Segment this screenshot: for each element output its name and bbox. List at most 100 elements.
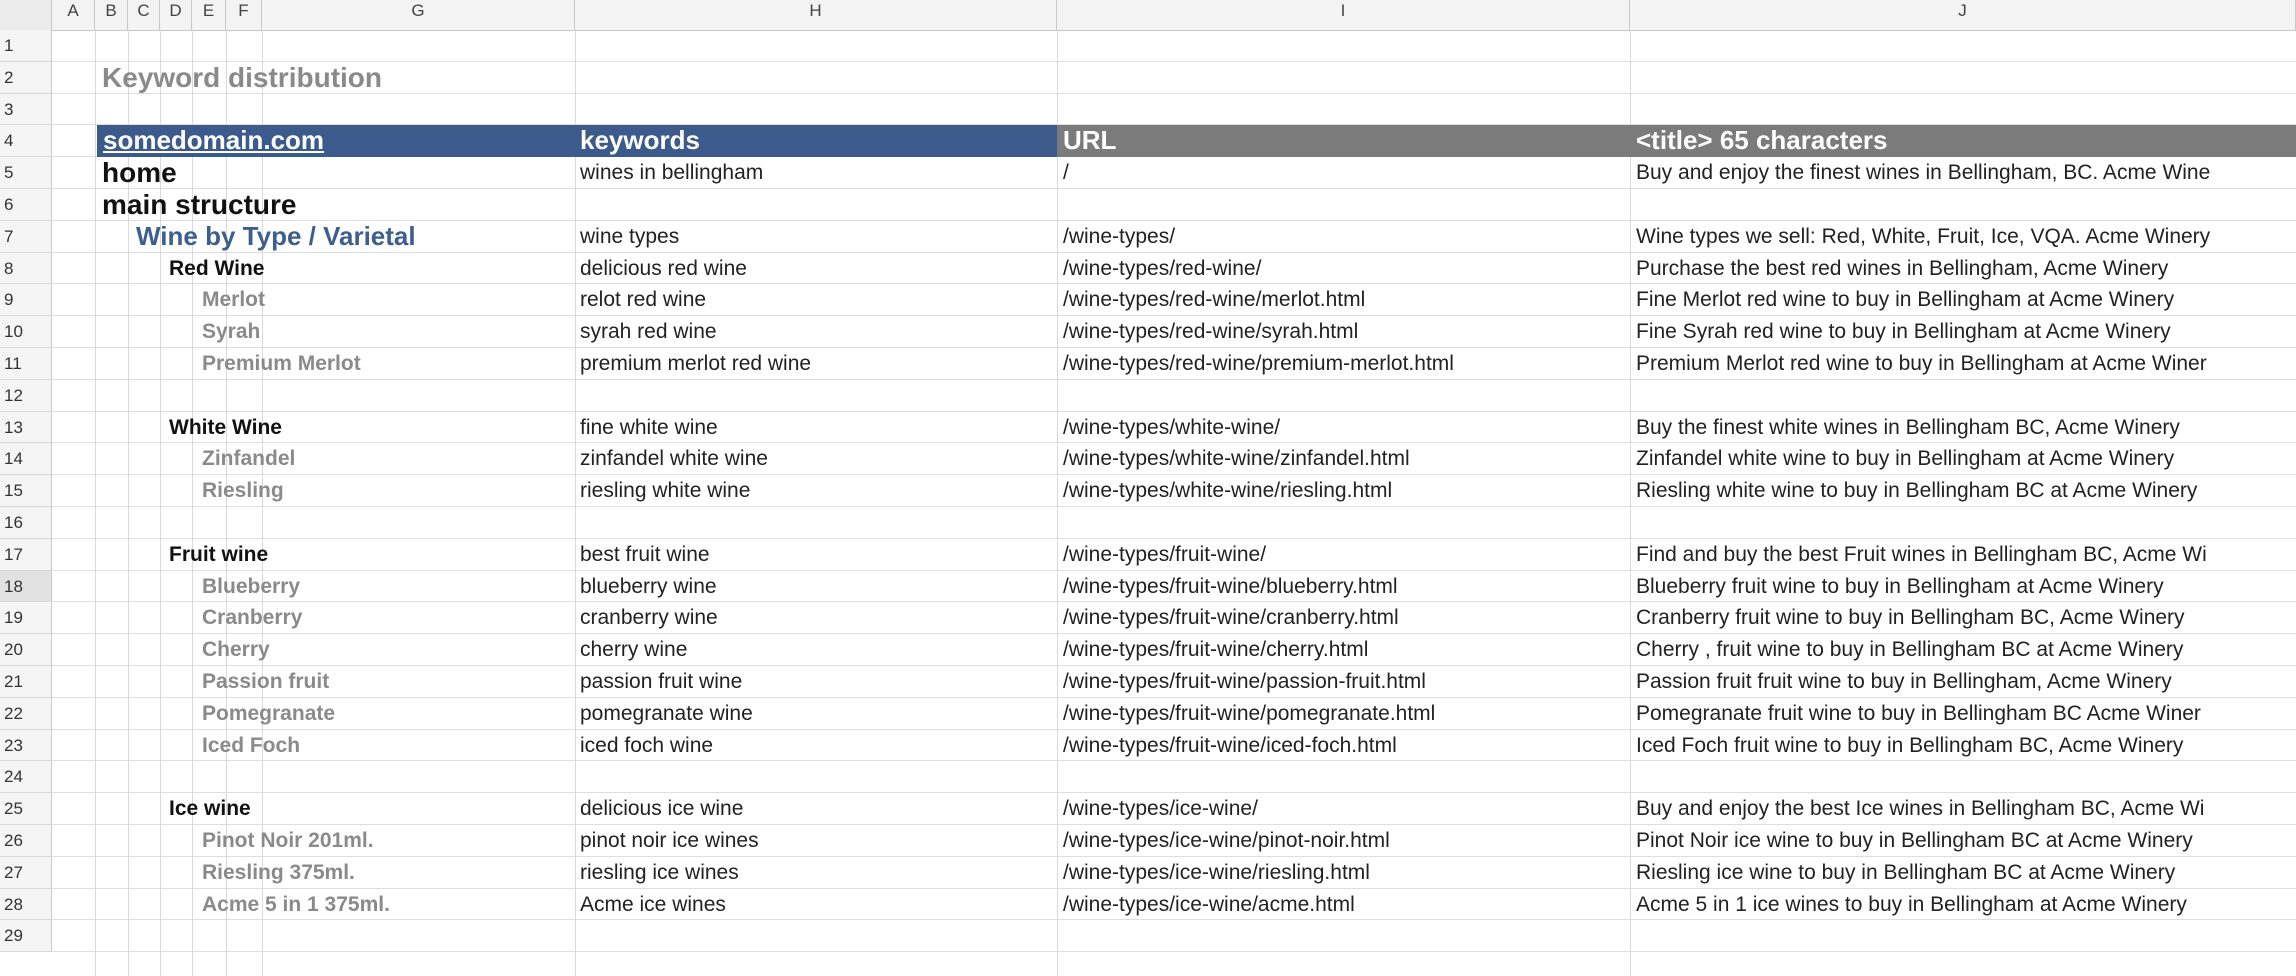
url-cell[interactable]: /wine-types/fruit-wine/cherry.html	[1063, 634, 1368, 666]
url-cell[interactable]: /wine-types/fruit-wine/passion-fruit.htm…	[1063, 666, 1426, 698]
structure-cell[interactable]: main structure	[102, 189, 297, 221]
structure-cell[interactable]: Blueberry	[202, 571, 300, 603]
keywords-cell[interactable]: riesling ice wines	[580, 857, 739, 889]
structure-cell[interactable]: Syrah	[202, 316, 260, 348]
keywords-cell[interactable]: Acme ice wines	[580, 889, 726, 921]
url-cell[interactable]: /wine-types/	[1063, 221, 1175, 253]
row-header-10[interactable]: 10	[0, 316, 52, 348]
title-cell[interactable]: Buy the finest white wines in Bellingham…	[1636, 412, 2180, 444]
row-header-3[interactable]: 3	[0, 93, 52, 126]
row-header-21[interactable]: 21	[0, 666, 52, 698]
structure-cell[interactable]: Pinot Noir 201ml.	[202, 825, 374, 857]
column-header-c[interactable]: C	[128, 0, 160, 30]
row-header-11[interactable]: 11	[0, 348, 52, 380]
url-cell[interactable]: /wine-types/ice-wine/riesling.html	[1063, 857, 1370, 889]
row-header-12[interactable]: 12	[0, 379, 52, 412]
keywords-cell[interactable]: delicious ice wine	[580, 793, 743, 825]
structure-cell[interactable]: Wine by Type / Varietal	[136, 221, 416, 253]
structure-cell[interactable]: Acme 5 in 1 375ml.	[202, 889, 390, 921]
keywords-cell[interactable]: blueberry wine	[580, 571, 717, 603]
row-header-2[interactable]: 2	[0, 61, 52, 94]
row-header-8[interactable]: 8	[0, 252, 52, 285]
structure-cell[interactable]: Zinfandel	[202, 443, 295, 475]
row-header-25[interactable]: 25	[0, 793, 52, 825]
keywords-cell[interactable]: riesling white wine	[580, 475, 750, 507]
column-header-j[interactable]: J	[1630, 0, 2296, 30]
row-header-27[interactable]: 27	[0, 856, 52, 889]
keywords-cell[interactable]: syrah red wine	[580, 316, 717, 348]
url-cell[interactable]: /wine-types/ice-wine/	[1063, 793, 1258, 825]
url-cell[interactable]: /wine-types/ice-wine/acme.html	[1063, 889, 1355, 921]
structure-cell[interactable]: Fruit wine	[169, 539, 268, 571]
url-cell[interactable]: /wine-types/fruit-wine/iced-foch.html	[1063, 730, 1397, 762]
select-all-corner[interactable]	[0, 0, 52, 30]
structure-cell[interactable]: Riesling 375ml.	[202, 857, 355, 889]
row-header-23[interactable]: 23	[0, 729, 52, 762]
keywords-cell[interactable]: pomegranate wine	[580, 698, 753, 730]
url-cell[interactable]: /wine-types/red-wine/premium-merlot.html	[1063, 348, 1454, 380]
keywords-cell[interactable]: iced foch wine	[580, 730, 713, 762]
keywords-cell[interactable]: cranberry wine	[580, 602, 718, 634]
title-cell[interactable]: Riesling ice wine to buy in Bellingham B…	[1636, 857, 2175, 889]
url-cell[interactable]: /wine-types/red-wine/merlot.html	[1063, 284, 1365, 316]
title-cell[interactable]: Cranberry fruit wine to buy in Bellingha…	[1636, 602, 2185, 634]
structure-cell[interactable]: Pomegranate	[202, 698, 335, 730]
structure-cell[interactable]: Cherry	[202, 634, 270, 666]
row-header-19[interactable]: 19	[0, 602, 52, 635]
spreadsheet[interactable]: ABCDEFGHIJ 1 2 3 4 5 6 7 8 9 10 11 12 13 14 15 16 17 18 19…	[0, 0, 2296, 976]
row-header-7[interactable]: 7	[0, 220, 52, 253]
row-header-29[interactable]: 29	[0, 920, 52, 953]
row-header-20[interactable]: 20	[0, 634, 52, 666]
row-header-1[interactable]: 1	[0, 30, 52, 62]
column-header-a[interactable]: A	[52, 0, 95, 30]
title-cell[interactable]: Fine Merlot red wine to buy in Bellingha…	[1636, 284, 2174, 316]
row-header-6[interactable]: 6	[0, 189, 52, 221]
column-header-f[interactable]: F	[226, 0, 262, 30]
row-header-15[interactable]: 15	[0, 475, 52, 507]
title-cell[interactable]: Purchase the best red wines in Bellingha…	[1636, 253, 2168, 285]
header-site-link[interactable]: somedomain.com	[99, 125, 324, 157]
title-cell[interactable]: Premium Merlot red wine to buy in Bellin…	[1636, 348, 2207, 380]
structure-cell[interactable]: Cranberry	[202, 602, 302, 634]
row-header-13[interactable]: 13	[0, 411, 52, 444]
title-cell[interactable]: Wine types we sell: Red, White, Fruit, I…	[1636, 221, 2210, 253]
keywords-cell[interactable]: fine white wine	[580, 412, 718, 444]
url-cell[interactable]: /wine-types/red-wine/syrah.html	[1063, 316, 1358, 348]
keywords-cell[interactable]: relot red wine	[580, 284, 706, 316]
keywords-cell[interactable]: best fruit wine	[580, 539, 710, 571]
row-header-14[interactable]: 14	[0, 443, 52, 476]
title-cell[interactable]: Fine Syrah red wine to buy in Bellingham…	[1636, 316, 2171, 348]
keywords-cell[interactable]: pinot noir ice wines	[580, 825, 759, 857]
structure-cell[interactable]: Merlot	[202, 284, 265, 316]
column-header-e[interactable]: E	[192, 0, 226, 30]
url-cell[interactable]: /wine-types/fruit-wine/cranberry.html	[1063, 602, 1399, 634]
url-cell[interactable]: /	[1063, 157, 1069, 189]
url-cell[interactable]: /wine-types/fruit-wine/pomegranate.html	[1063, 698, 1435, 730]
structure-cell[interactable]: home	[102, 157, 177, 189]
url-cell[interactable]: /wine-types/ice-wine/pinot-noir.html	[1063, 825, 1390, 857]
title-cell[interactable]: Pomegranate fruit wine to buy in Belling…	[1636, 698, 2201, 730]
structure-cell[interactable]: Premium Merlot	[202, 348, 361, 380]
structure-cell[interactable]: Passion fruit	[202, 666, 329, 698]
keywords-cell[interactable]: wine types	[580, 221, 679, 253]
url-cell[interactable]: /wine-types/fruit-wine/	[1063, 539, 1266, 571]
title-cell[interactable]: Blueberry fruit wine to buy in Bellingha…	[1636, 571, 2164, 603]
structure-cell[interactable]: Red Wine	[169, 253, 264, 285]
keywords-cell[interactable]: delicious red wine	[580, 253, 747, 285]
row-header-9[interactable]: 9	[0, 284, 52, 317]
row-header-5[interactable]: 5	[0, 157, 52, 189]
keywords-cell[interactable]: zinfandel white wine	[580, 443, 768, 475]
title-cell[interactable]: Passion fruit fruit wine to buy in Belli…	[1636, 666, 2172, 698]
title-cell[interactable]: Riesling white wine to buy in Bellingham…	[1636, 475, 2197, 507]
title-cell[interactable]: Find and buy the best Fruit wines in Bel…	[1636, 539, 2207, 571]
structure-cell[interactable]: Ice wine	[169, 793, 251, 825]
url-cell[interactable]: /wine-types/red-wine/	[1063, 253, 1261, 285]
url-cell[interactable]: /wine-types/white-wine/riesling.html	[1063, 475, 1392, 507]
keywords-cell[interactable]: passion fruit wine	[580, 666, 742, 698]
url-cell[interactable]: /wine-types/white-wine/zinfandel.html	[1063, 443, 1410, 475]
title-cell[interactable]: Iced Foch fruit wine to buy in Bellingha…	[1636, 730, 2183, 762]
keywords-cell[interactable]: cherry wine	[580, 634, 687, 666]
title-cell[interactable]: Acme 5 in 1 ice wines to buy in Bellingh…	[1636, 889, 2187, 921]
keywords-cell[interactable]: wines in bellingham	[580, 157, 763, 189]
structure-cell[interactable]: Riesling	[202, 475, 284, 507]
